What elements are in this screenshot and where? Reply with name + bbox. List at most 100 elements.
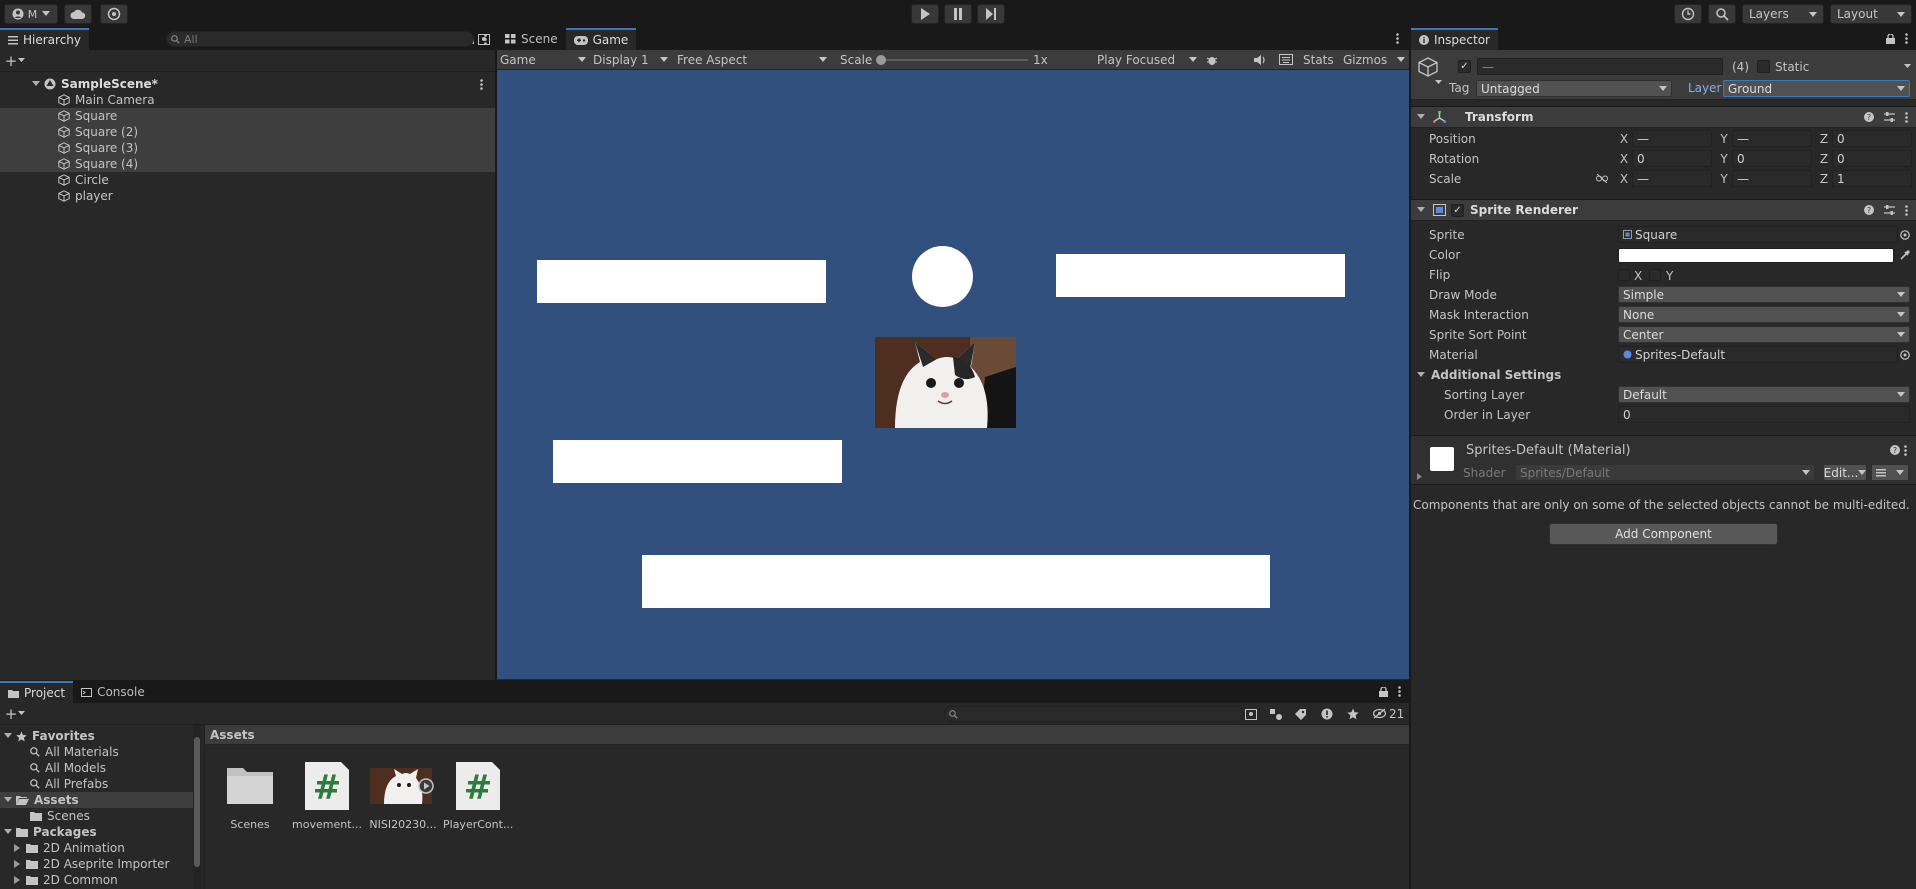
sort-point-dropdown[interactable]: Center [1618,326,1910,343]
active-checkbox[interactable]: ✓ [1458,60,1471,73]
label-tag-icon[interactable] [1295,709,1306,720]
scale-slider[interactable] [876,55,1028,65]
tree-item[interactable]: Scenes [0,808,195,824]
sorting-layer-dropdown[interactable]: Default [1618,386,1910,403]
cloud-button[interactable] [64,4,92,24]
tag-dropdown[interactable]: Untagged [1476,80,1672,97]
play-mode-dropdown[interactable]: Play Focused [1097,50,1197,70]
star-icon[interactable] [1347,708,1359,720]
static-checkbox[interactable] [1757,60,1770,73]
tab-console[interactable]: Console [73,681,153,703]
sprite-renderer-header[interactable]: ✓ Sprite Renderer ? [1411,199,1916,221]
tab-game[interactable]: Game [565,28,637,50]
link-icon[interactable] [1596,174,1608,183]
hierarchy-item[interactable]: Circle [0,172,495,188]
material-field[interactable]: Sprites-Default [1618,346,1898,363]
preset-icon[interactable] [1884,112,1895,122]
lock-icon[interactable] [1379,686,1388,697]
tree-item[interactable]: 2D Aseprite Importer [0,856,195,872]
packages-foldout[interactable]: Packages [0,824,195,840]
tree-item[interactable]: All Models [0,760,195,776]
material-options-dropdown[interactable] [1871,464,1909,481]
project-search-input[interactable] [944,706,1244,722]
object-picker-icon[interactable] [1900,350,1910,360]
tab-inspector[interactable]: Inspector [1411,28,1498,50]
help-icon[interactable]: ? [1864,205,1874,215]
pause-button[interactable] [944,4,972,24]
tab-scene[interactable]: Scene [497,28,566,50]
draw-mode-dropdown[interactable]: Simple [1618,286,1910,303]
sprite-renderer-enabled-checkbox[interactable]: ✓ [1451,203,1464,217]
search-options-icon[interactable] [478,34,490,45]
scene-row[interactable]: SampleScene* [0,76,495,92]
flip-x-checkbox[interactable] [1618,269,1630,281]
transform-rotation-z-field[interactable]: 0 [1832,150,1912,167]
layers-dropdown[interactable]: Layers [1742,4,1824,24]
tab-project[interactable]: Project [0,681,74,703]
shader-dropdown[interactable]: Sprites/Default [1515,464,1815,481]
favorites-foldout[interactable]: Favorites [0,728,195,744]
kebab-menu-icon[interactable] [1905,204,1908,216]
asset-video-clip[interactable]: NISI20230... [368,760,438,831]
chevron-right-icon[interactable] [1417,473,1422,480]
transform-scale-x-field[interactable]: — [1632,170,1712,187]
mask-interaction-dropdown[interactable]: None [1618,306,1910,323]
order-in-layer-field[interactable]: 0 [1618,406,1910,423]
add-icon[interactable]: + [4,705,18,723]
additional-settings-foldout[interactable]: Additional Settings [1417,365,1561,385]
speaker-icon[interactable] [1254,54,1267,66]
asset-movement-script[interactable]: # movement... [292,760,362,831]
warning-filter-icon[interactable] [1321,708,1333,720]
layer-dropdown[interactable]: Ground [1723,80,1910,97]
help-icon[interactable]: ? [1864,112,1874,122]
tree-item[interactable]: All Materials [0,744,195,760]
play-button[interactable] [911,4,939,24]
transform-scale-y-field[interactable]: — [1732,170,1812,187]
hierarchy-item[interactable]: Square (2) [0,124,495,140]
chevron-down-icon[interactable] [18,711,25,716]
search-options-icon[interactable] [1245,709,1257,720]
filter-by-type-icon[interactable] [1270,709,1282,720]
hierarchy-search-input[interactable]: All [166,31,474,47]
hidden-packages-icon[interactable] [1373,708,1386,719]
color-swatch[interactable] [1618,248,1894,263]
kebab-menu-icon[interactable] [1904,445,1907,456]
transform-rotation-y-field[interactable]: 0 [1732,150,1812,167]
hierarchy-item[interactable]: Square [0,108,495,124]
gizmos-dropdown[interactable]: Gizmos [1343,50,1405,70]
game-viewport[interactable] [497,70,1409,679]
add-icon[interactable]: + [4,52,18,70]
tree-scrollbar-thumb[interactable] [194,737,200,867]
lock-icon[interactable] [1886,33,1895,44]
transform-rotation-x-field[interactable]: 0 [1632,150,1712,167]
assets-foldout[interactable]: Assets [0,792,195,808]
asset-playercontroller-script[interactable]: # PlayerCont... [443,760,513,831]
display-dropdown[interactable]: Display 1 [593,50,668,70]
chevron-down-icon[interactable] [18,58,25,63]
chevron-down-icon[interactable] [1435,80,1442,85]
step-button[interactable] [977,4,1005,24]
transform-position-y-field[interactable]: — [1732,130,1812,147]
add-component-button[interactable]: Add Component [1549,523,1778,545]
transform-position-z-field[interactable]: 0 [1832,130,1912,147]
hierarchy-item[interactable]: player [0,188,495,204]
transform-position-x-field[interactable]: — [1632,130,1712,147]
kebab-menu-icon[interactable] [480,78,483,90]
tree-scrollbar[interactable] [193,725,201,889]
asset-scenes-folder[interactable]: Scenes [215,760,285,831]
stats-toggle[interactable]: Stats [1303,53,1334,67]
scale-slider-handle[interactable] [876,55,886,65]
transform-scale-z-field[interactable]: 1 [1832,170,1912,187]
aspect-dropdown[interactable]: Free Aspect [677,50,827,70]
breadcrumb-assets[interactable]: Assets [210,728,255,742]
transform-header[interactable]: Transform ? [1411,106,1916,128]
kebab-menu-icon[interactable] [1905,33,1908,44]
game-mode-dropdown[interactable]: Game [500,50,586,70]
keyboard-icon[interactable] [1279,54,1293,65]
eyedropper-icon[interactable] [1900,250,1910,260]
edit-shader-button[interactable]: Edit... [1823,464,1867,481]
tree-item[interactable]: All Prefabs [0,776,195,792]
flip-y-checkbox[interactable] [1649,269,1661,281]
tree-item[interactable]: 2D Common [0,872,195,888]
bug-icon[interactable] [1206,54,1218,66]
